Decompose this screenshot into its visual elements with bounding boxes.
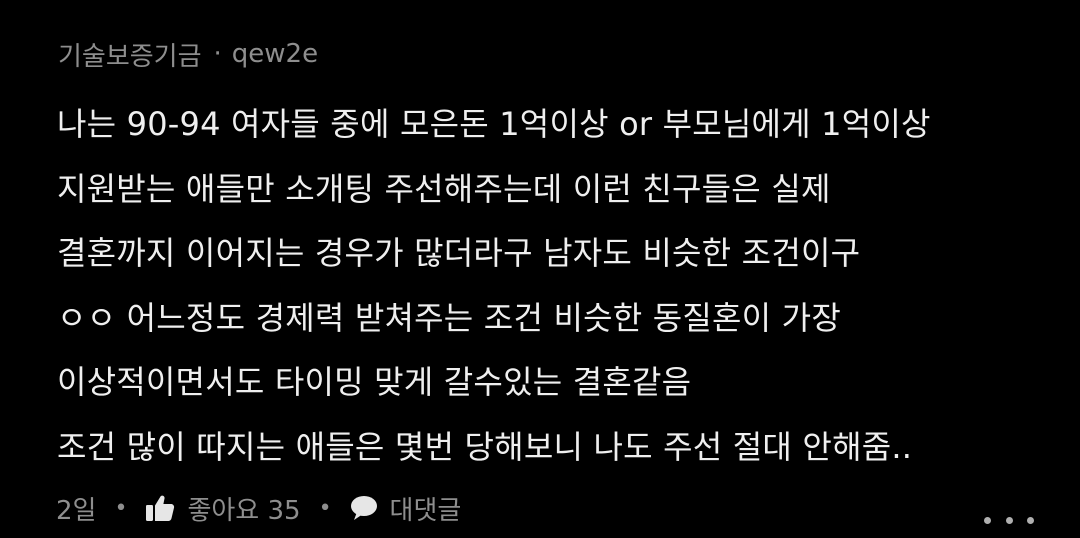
speech-bubble-icon	[350, 496, 377, 520]
reply-button[interactable]: 대댓글	[350, 490, 462, 527]
comment-line: 결혼까지 이어지는 경우가 많더라구 남자도 비슷한 조건이구	[57, 234, 861, 272]
like-label: 좋아요 35	[187, 495, 301, 526]
thumbs-up-icon	[146, 495, 175, 521]
comment-line: 지원받는 애들만 소개팅 주선해주는데 이런 친구들은 실제	[57, 169, 831, 208]
more-dot	[1005, 516, 1013, 524]
username[interactable]: qew2e	[232, 39, 318, 69]
comment-meta: 기술보증기금 · qew2e	[58, 34, 318, 74]
comment-line: 이상적이면서도 타이밍 맞게 갈수있는 결혼같음	[57, 363, 692, 401]
reply-label: 대댓글	[389, 495, 462, 526]
author-group: 기술보증기금	[58, 41, 202, 72]
comment-line: ㅇㅇ 어느정도 경제력 받쳐주는 조건 비슷한 동질혼이 가장	[57, 298, 841, 337]
comment-line: 나는 90-94 여자들 중에 모은돈 1억이상 or 부모님에게 1억이상	[57, 105, 931, 143]
more-dot	[984, 516, 991, 524]
comment-body: 나는 90-94 여자들 중에 모은돈 1억이상 or 부모님에게 1억이상 지…	[57, 92, 1057, 479]
more-dots-icon[interactable]	[984, 506, 1034, 534]
footer-separator: •	[318, 495, 332, 521]
comment-time: 2일	[56, 495, 97, 526]
like-button[interactable]: 좋아요 35	[145, 490, 301, 527]
more-dot	[1027, 516, 1034, 524]
meta-separator: ·	[213, 39, 222, 69]
comment-footer: 2일 • 좋아요 35 • 대댓글	[56, 486, 461, 530]
comment-card: 기술보증기금 · qew2e 나는 90-94 여자들 중에 모은돈 1억이상 …	[0, 0, 1080, 538]
comment-line: 조건 많이 따지는 애들은 몇번 당해보니 나도 주선 절대 안해줌..	[57, 427, 913, 466]
footer-separator: •	[114, 495, 128, 521]
